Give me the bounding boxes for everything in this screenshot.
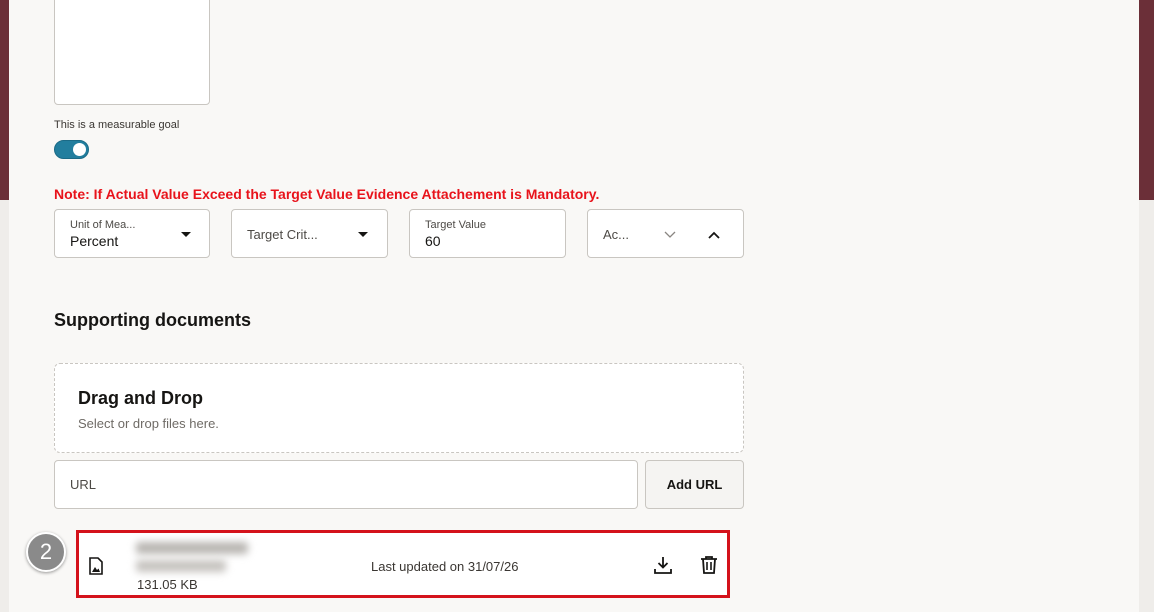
target-criteria-select[interactable]: Target Crit... <box>231 209 388 258</box>
file-name-redacted <box>136 542 248 554</box>
measurable-goal-label: This is a measurable goal <box>54 119 180 131</box>
target-value-label: Target Value <box>425 219 486 231</box>
target-value-input[interactable]: Target Value 60 <box>409 209 566 258</box>
file-size: 131.05 KB <box>137 577 198 592</box>
file-name-redacted <box>136 560 226 572</box>
chevron-up-icon[interactable] <box>708 226 720 242</box>
measurable-goal-toggle[interactable] <box>54 140 89 159</box>
unit-of-measure-select[interactable]: Unit of Mea... Percent <box>54 209 210 258</box>
target-value-value: 60 <box>425 233 441 249</box>
unit-of-measure-label: Unit of Mea... <box>70 219 136 231</box>
toggle-knob <box>73 143 86 156</box>
supporting-documents-title: Supporting documents <box>54 310 251 330</box>
trash-icon[interactable] <box>699 555 719 580</box>
chevron-down-icon[interactable] <box>664 226 676 242</box>
dropzone-subtitle: Select or drop files here. <box>78 416 219 431</box>
unit-of-measure-value: Percent <box>70 233 119 249</box>
caret-down-icon <box>358 232 368 237</box>
description-textarea[interactable] <box>54 0 210 105</box>
add-url-button[interactable]: Add URL <box>645 460 744 509</box>
target-criteria-label: Target Crit... <box>247 227 318 242</box>
download-icon[interactable] <box>653 555 673 580</box>
actual-combobox[interactable]: Ac... <box>587 209 744 258</box>
actual-label: Ac... <box>603 227 630 242</box>
file-dropzone[interactable]: Drag and Drop Select or drop files here. <box>54 363 744 453</box>
attached-file-row: 131.05 KB Last updated on 31/07/26 <box>76 530 730 598</box>
dropzone-title: Drag and Drop <box>78 388 204 408</box>
step-number-badge: 2 <box>26 532 66 572</box>
caret-down-icon <box>181 232 191 237</box>
evidence-note: Note: If Actual Value Exceed the Target … <box>54 186 600 202</box>
url-input[interactable] <box>54 460 638 509</box>
file-updated-timestamp: Last updated on 31/07/26 <box>371 559 519 574</box>
image-file-icon <box>88 557 104 580</box>
